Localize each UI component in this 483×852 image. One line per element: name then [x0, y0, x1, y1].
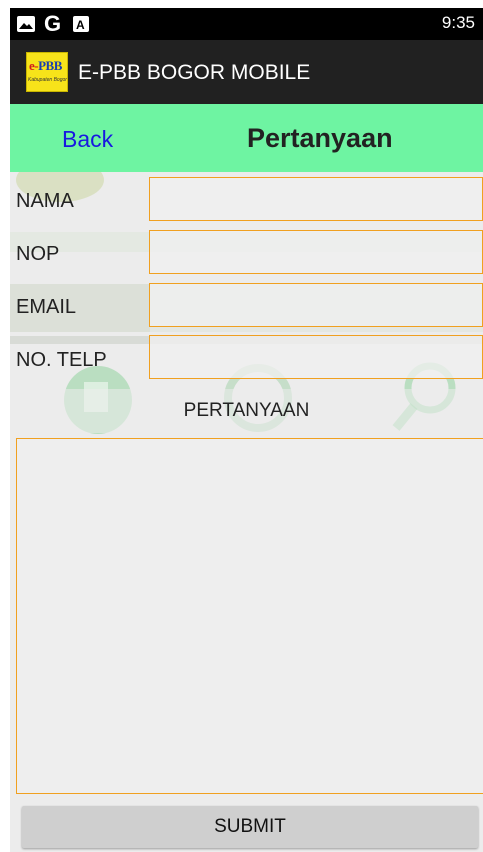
- google-g-icon: G: [43, 11, 65, 39]
- nop-label: NOP: [16, 243, 60, 265]
- submit-button[interactable]: SUBMIT: [22, 806, 478, 848]
- nama-label: NAMA: [16, 190, 74, 212]
- telp-label: NO. TELP: [16, 349, 107, 371]
- status-time: 9:35: [441, 13, 475, 32]
- email-label: EMAIL: [16, 296, 77, 318]
- status-bar: G A 9:35: [10, 8, 483, 40]
- nop-input[interactable]: [149, 230, 483, 274]
- email-input[interactable]: [149, 283, 483, 327]
- app-bar: e-PBB Kabupaten Bogor E-PBB BOGOR MOBILE: [10, 40, 483, 104]
- svg-text:A: A: [76, 18, 85, 32]
- svg-text:G: G: [44, 12, 61, 34]
- app-title: E-PBB BOGOR MOBILE: [78, 61, 311, 84]
- app-screen: G A 9:35 e-PBB Kabupaten Bogor E-PBB BOG…: [10, 8, 483, 852]
- back-button[interactable]: Back: [62, 126, 113, 153]
- image-icon: [16, 15, 36, 38]
- nama-input[interactable]: [149, 177, 483, 221]
- a-box-icon: A: [72, 15, 90, 38]
- question-textarea[interactable]: [16, 438, 483, 794]
- app-logo: e-PBB Kabupaten Bogor: [26, 52, 68, 92]
- page-header: Back Pertanyaan: [10, 104, 483, 172]
- page-title: Pertanyaan: [247, 123, 393, 153]
- question-label: PERTANYAAN: [183, 400, 310, 421]
- telp-input[interactable]: [149, 335, 483, 379]
